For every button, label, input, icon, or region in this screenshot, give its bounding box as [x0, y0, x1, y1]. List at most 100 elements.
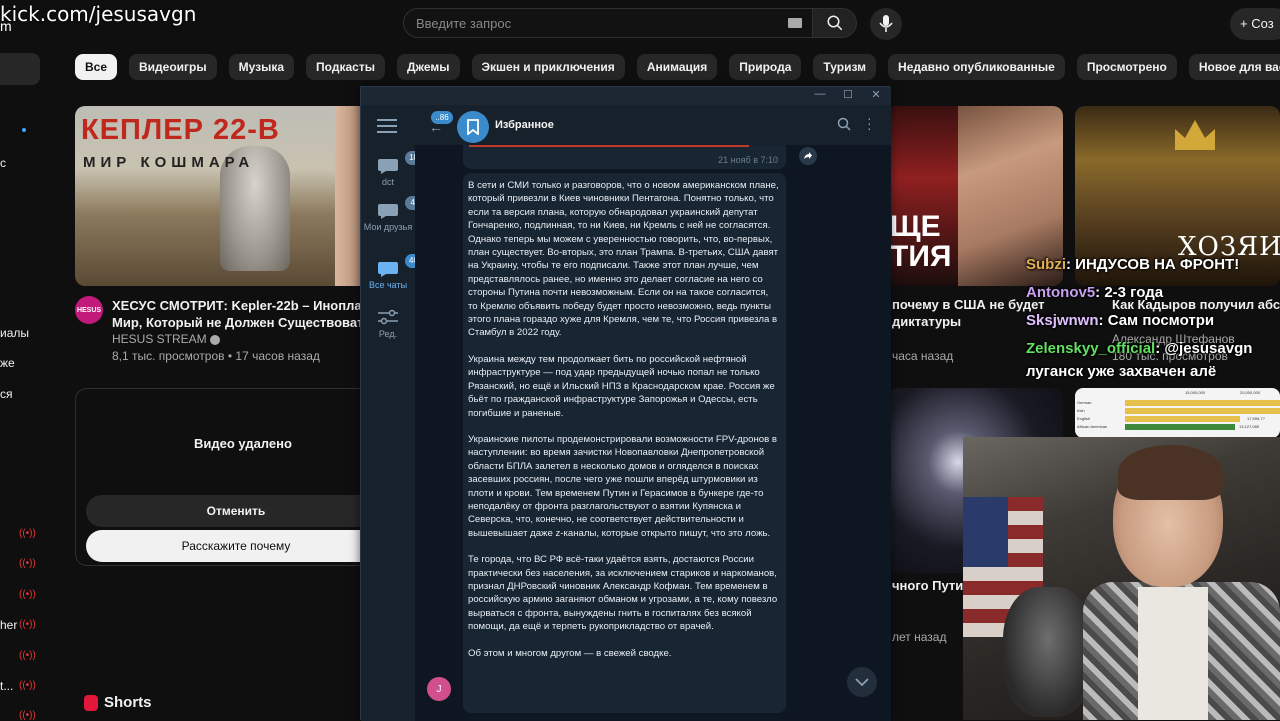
- filter-chips: Все Видеоигры Музыка Подкасты Джемы Экше…: [75, 54, 1280, 80]
- removed-video-panel: Видео удалено Отменить Расскажите почему: [75, 388, 386, 566]
- chat-message: Antonov5: 2-3 года: [1026, 284, 1163, 301]
- forward-icon: [804, 152, 812, 159]
- video-title-line2[interactable]: Мир, Который не Должен Существовать | ..…: [112, 314, 362, 331]
- chat-message: луганск уже захвачен алё: [1026, 363, 1216, 380]
- person-hair: [1118, 445, 1223, 500]
- search-icon: [827, 15, 842, 31]
- sidebar-item-label[interactable]: her: [0, 618, 17, 632]
- message-time: 21 нояб в 7:10: [718, 155, 778, 165]
- folder-friends[interactable]: 48 Мои друзья: [361, 196, 425, 233]
- chat-text: : @jesusavgn: [1155, 340, 1253, 357]
- chip-watched[interactable]: Просмотрено: [1076, 54, 1177, 80]
- create-label: Соз: [1251, 16, 1274, 31]
- live-icon: ((•)): [19, 528, 36, 539]
- chat-username: Subzi: [1026, 256, 1066, 273]
- chip-music[interactable]: Музыка: [228, 54, 295, 80]
- video-thumbnail[interactable]: КЕПЛЕР 22-В МИР КОШМАРА: [75, 106, 365, 286]
- live-icon: ((•)): [19, 589, 36, 600]
- chat-message: Zelenskyy_official: @jesusavgn: [1026, 340, 1252, 357]
- video-meta: часа назад: [892, 349, 954, 363]
- folder-edit[interactable]: Ред.: [361, 309, 415, 339]
- chip-recently-uploaded[interactable]: Недавно опубликованные: [888, 54, 1065, 80]
- folder-dct[interactable]: 189 dct: [361, 151, 427, 187]
- chat-text: : 2-3 года: [1095, 284, 1164, 301]
- sidebar-item-label[interactable]: с: [0, 156, 6, 170]
- chat-username: Sksjwnwn: [1026, 312, 1099, 329]
- video-meta: лет назад: [892, 630, 947, 644]
- chart-tick: 20,000,000: [1240, 390, 1261, 395]
- chip-nature[interactable]: Природа: [729, 54, 802, 80]
- forward-button[interactable]: [799, 147, 817, 165]
- sender-avatar[interactable]: J: [427, 677, 451, 701]
- live-icon: ((•)): [19, 680, 36, 691]
- create-button[interactable]: + Соз: [1230, 8, 1280, 40]
- search-icon[interactable]: [837, 117, 851, 136]
- folder-label: dct: [381, 177, 394, 187]
- video-title-line1[interactable]: почему в США не будет: [892, 297, 1045, 312]
- chip-jams[interactable]: Джемы: [396, 54, 460, 80]
- voice-search-button[interactable]: [870, 8, 902, 40]
- chat-bubble-icon: 48: [377, 196, 425, 220]
- chart-bar: [1125, 400, 1280, 406]
- close-icon[interactable]: ✕: [865, 88, 887, 104]
- chip-animation[interactable]: Анимация: [636, 54, 718, 80]
- chats-icon: 406: [377, 254, 427, 278]
- chart-bar: [1125, 416, 1240, 422]
- chip-new-for-you[interactable]: Новое для вас: [1188, 54, 1280, 80]
- stream-url-overlay: kick.com/jesusavgn: [0, 2, 197, 26]
- message-bubble[interactable]: 21 нояб в 7:10: [463, 145, 786, 169]
- video-title-line1[interactable]: ХЕСУС СМОТРИТ: Kepler-22b – Инопланетн: [112, 297, 362, 314]
- channel-name-text: HESUS STREAM: [112, 332, 207, 346]
- chip-tourism[interactable]: Туризм: [813, 54, 877, 80]
- chat-username: Zelenskyy_official: [1026, 340, 1156, 357]
- new-content-dot: [22, 128, 26, 132]
- minimize-icon[interactable]: —: [809, 88, 831, 104]
- message-area: 21 нояб в 7:10 В сети и СМИ только и раз…: [415, 145, 891, 721]
- video-title-line2[interactable]: диктатуры: [892, 314, 961, 329]
- sidebar-item-label[interactable]: иалы: [0, 326, 29, 340]
- message-paragraph: В сети и СМИ только и разговоров, что о …: [468, 180, 779, 339]
- telegram-window: — ☐ ✕ 189 dct 48 Мои друзья 406 Все чаты…: [360, 86, 891, 721]
- chip-action-adventure[interactable]: Экшен и приключения: [471, 54, 625, 80]
- person-tshirt: [1138, 587, 1208, 720]
- chip-podcasts[interactable]: Подкасты: [306, 54, 385, 80]
- menu-icon[interactable]: [377, 119, 397, 138]
- channel-avatar[interactable]: HESUS: [75, 296, 103, 324]
- chat-title[interactable]: Избранное: [495, 119, 554, 131]
- thumbnail-text: ЩЕ ТИЯ: [890, 210, 952, 273]
- search-box[interactable]: Введите запрос: [403, 8, 813, 38]
- keyboard-icon[interactable]: [788, 18, 802, 28]
- sidebar-item-label[interactable]: же: [0, 356, 15, 370]
- chip-videogames[interactable]: Видеоигры: [129, 54, 217, 80]
- video-thumbnail[interactable]: 15,000,000 20,000,000 German Irish Engli…: [1075, 388, 1280, 438]
- saved-messages-avatar[interactable]: [457, 111, 489, 143]
- plus-icon: +: [1240, 16, 1252, 31]
- chat-message: Sksjwnwn: Сам посмотри: [1026, 312, 1214, 329]
- tell-why-button[interactable]: Расскажите почему: [86, 530, 386, 562]
- folder-label: Ред.: [378, 329, 398, 339]
- back-badge-count: 86: [439, 113, 449, 122]
- message-bubble[interactable]: В сети и СМИ только и разговоров, что о …: [463, 173, 786, 713]
- undo-button[interactable]: Отменить: [86, 495, 386, 527]
- chip-all[interactable]: Все: [75, 54, 118, 80]
- sidebar-item-label[interactable]: ся: [0, 387, 13, 401]
- search-button[interactable]: [813, 8, 857, 38]
- channel-name[interactable]: HESUS STREAM: [112, 332, 221, 346]
- sidebar-item-home[interactable]: [0, 53, 40, 85]
- maximize-icon[interactable]: ☐: [837, 88, 859, 104]
- search-input[interactable]: Введите запрос: [416, 16, 511, 31]
- sidebar-item-label[interactable]: t...: [0, 679, 13, 693]
- chat-text: : ИНДУСОВ НА ФРОНТ!: [1066, 256, 1240, 273]
- flag-canton: [963, 497, 1008, 567]
- message-paragraph: Те города, что ВС РФ всё-таки удаётся вз…: [468, 554, 778, 633]
- microphone-icon: [879, 15, 893, 32]
- window-titlebar[interactable]: — ☐ ✕: [361, 87, 891, 105]
- more-options-icon[interactable]: · · ·: [867, 111, 872, 135]
- live-icon: ((•)): [19, 710, 36, 721]
- chart-value: 13,127,085: [1239, 424, 1260, 429]
- removed-title: Видео удалено: [194, 436, 292, 451]
- chart-row-label: African American: [1077, 424, 1108, 429]
- live-icon: ((•)): [19, 650, 36, 661]
- folder-all-chats[interactable]: 406 Все чаты: [361, 254, 427, 290]
- scroll-down-button[interactable]: [847, 667, 877, 697]
